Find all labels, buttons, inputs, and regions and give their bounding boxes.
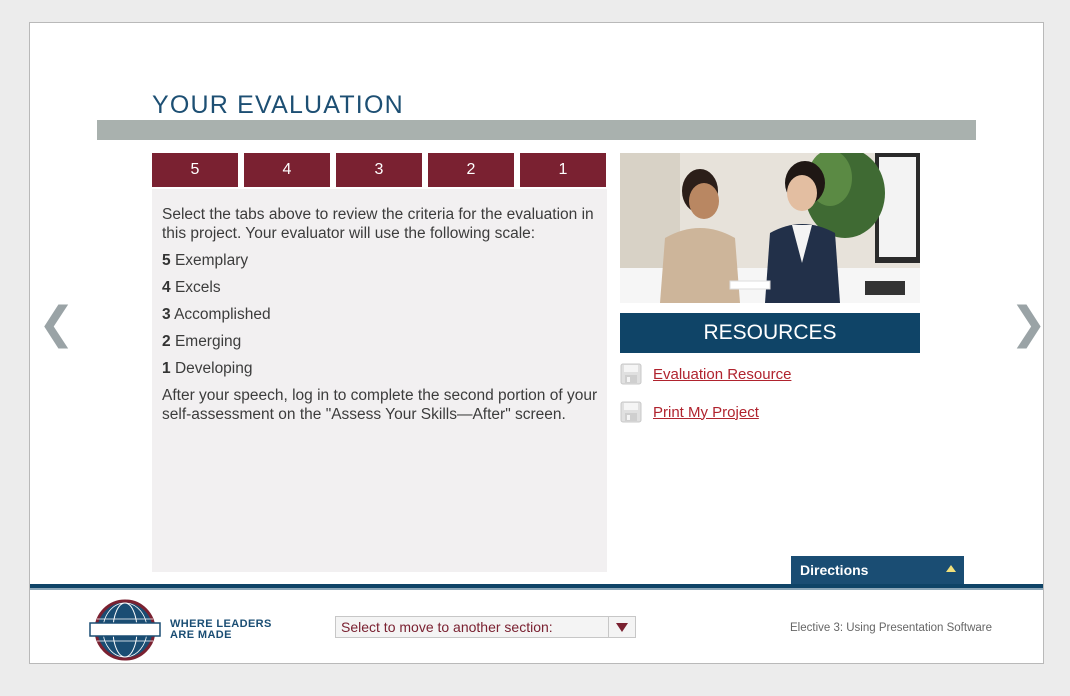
footer-divider-accent <box>30 588 1043 590</box>
course-title: Elective 3: Using Presentation Software <box>790 622 992 634</box>
scale-label: Exemplary <box>174 252 249 269</box>
resource-item[interactable]: Evaluation Resource <box>620 363 791 385</box>
slide-frame: YOUR EVALUATION 5 4 3 2 1 Select the tab… <box>29 22 1047 666</box>
triangle-down-icon <box>616 622 628 632</box>
tab-2[interactable]: 2 <box>428 153 514 187</box>
scale-item: 1 Developing <box>162 359 598 378</box>
intro-text: Select the tabs above to review the crit… <box>162 206 594 242</box>
tab-3[interactable]: 3 <box>336 153 422 187</box>
tab-1[interactable]: 1 <box>520 153 606 187</box>
scale-number: 3 <box>162 306 171 323</box>
page-title: YOUR EVALUATION <box>152 91 404 119</box>
section-select-label: Select to move to another section: <box>341 619 553 635</box>
outro-text: After your speech, log in to complete th… <box>162 387 598 423</box>
scale-item: 3 Accomplished <box>162 305 598 324</box>
scale-item: 4 Excels <box>162 278 598 297</box>
scale-item: 2 Emerging <box>162 332 598 351</box>
tab-4[interactable]: 4 <box>244 153 330 187</box>
section-select-dropdown[interactable]: Select to move to another section: <box>335 616 636 638</box>
evaluation-resource-link[interactable]: Evaluation Resource <box>653 366 791 383</box>
toastmasters-logo <box>88 599 162 666</box>
meeting-photo <box>620 153 920 303</box>
triangle-up-icon <box>946 565 956 572</box>
evaluation-content-panel: Select the tabs above to review the crit… <box>152 189 607 572</box>
scale-label: Developing <box>174 360 253 377</box>
scale-label: Accomplished <box>174 306 271 323</box>
scale-number: 5 <box>162 252 171 269</box>
dropdown-arrow[interactable] <box>608 617 635 637</box>
scale-label: Emerging <box>174 333 242 350</box>
title-underline-bar <box>97 120 976 140</box>
panel-text: Select the tabs above to review the crit… <box>162 205 598 424</box>
tab-5[interactable]: 5 <box>152 153 238 187</box>
scale-label: Excels <box>174 279 221 296</box>
chevron-left-icon[interactable]: ❮ <box>38 298 75 349</box>
tagline: WHERE LEADERS ARE MADE <box>170 619 272 641</box>
save-disk-icon <box>620 401 642 423</box>
scale-item: 5 Exemplary <box>162 251 598 270</box>
directions-label: Directions <box>800 562 869 578</box>
chevron-right-icon[interactable]: ❯ <box>1010 298 1047 349</box>
scale-number: 1 <box>162 360 171 377</box>
tagline-line2: ARE MADE <box>170 629 232 641</box>
directions-button[interactable]: Directions <box>791 556 964 584</box>
scale-number: 2 <box>162 333 171 350</box>
resource-item[interactable]: Print My Project <box>620 401 759 423</box>
print-my-project-link[interactable]: Print My Project <box>653 404 759 421</box>
resources-header: RESOURCES <box>620 313 920 353</box>
save-disk-icon <box>620 363 642 385</box>
scale-number: 4 <box>162 279 171 296</box>
